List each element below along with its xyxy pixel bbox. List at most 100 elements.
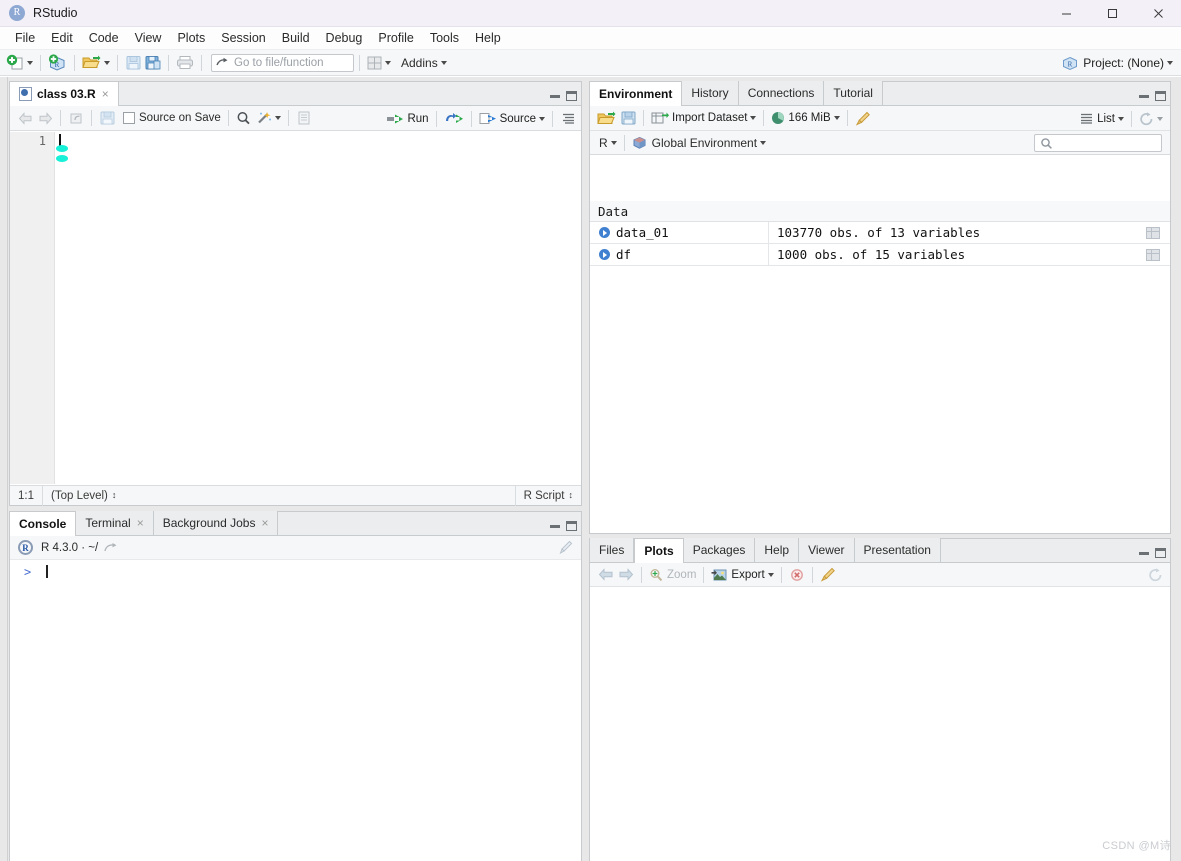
new-file-button[interactable]	[4, 52, 35, 74]
source-on-save-checkbox[interactable]: Source on Save	[121, 107, 223, 129]
addins-button[interactable]: Addins	[393, 52, 449, 74]
tab-background-jobs[interactable]: Background Jobs ×	[153, 511, 279, 535]
refresh-caret-icon[interactable]	[1157, 116, 1163, 121]
document-outline-button[interactable]	[558, 108, 578, 130]
tab-files[interactable]: Files	[590, 538, 635, 562]
table-row[interactable]: data_01 103770 obs. of 13 variables	[590, 221, 1170, 244]
menu-tools[interactable]: Tools	[422, 27, 467, 49]
goto-file-function-input[interactable]: Go to file/function	[211, 53, 354, 72]
new-file-caret-icon[interactable]	[27, 60, 33, 65]
expand-object-icon[interactable]	[599, 227, 610, 238]
compile-report-button[interactable]	[294, 107, 314, 129]
source-find-button[interactable]	[234, 107, 254, 129]
filetype-updown-icon[interactable]: ↕	[569, 491, 574, 500]
console-output-area[interactable]: >	[10, 561, 581, 861]
panes-caret-icon[interactable]	[385, 60, 391, 65]
zoom-plot-button[interactable]: Zoom	[647, 564, 698, 586]
menu-edit[interactable]: Edit	[43, 27, 81, 49]
tab-console[interactable]: Console	[10, 511, 77, 536]
environment-minimize-icon[interactable]	[1139, 94, 1149, 98]
menu-build[interactable]: Build	[274, 27, 318, 49]
menu-code[interactable]: Code	[81, 27, 127, 49]
open-file-caret-icon[interactable]	[104, 60, 110, 65]
tab-plots[interactable]: Plots	[634, 538, 684, 563]
tab-history[interactable]: History	[682, 81, 739, 105]
plots-minimize-icon[interactable]	[1139, 551, 1149, 555]
save-all-button[interactable]	[143, 52, 163, 74]
source-maximize-icon[interactable]	[566, 91, 577, 101]
tab-terminal-close-icon[interactable]: ×	[137, 516, 144, 530]
view-mode-button[interactable]: List	[1077, 108, 1126, 130]
tab-viewer[interactable]: Viewer	[799, 538, 855, 562]
clear-console-button[interactable]	[558, 540, 573, 555]
import-dataset-button[interactable]: Import Dataset	[649, 107, 758, 129]
tab-terminal[interactable]: Terminal ×	[76, 511, 154, 535]
filetype-selector[interactable]: R Script ↕	[516, 486, 581, 506]
environment-scope-selector[interactable]: Global Environment	[630, 132, 768, 154]
minimize-button[interactable]	[1043, 0, 1089, 27]
menu-session[interactable]: Session	[213, 27, 273, 49]
console-popout-icon[interactable]	[104, 542, 118, 554]
scope-selector[interactable]: (Top Level) ↕	[43, 486, 124, 506]
environment-search-input[interactable]	[1034, 134, 1162, 152]
expand-object-icon[interactable]	[599, 249, 610, 260]
source-minimize-icon[interactable]	[550, 94, 560, 98]
clear-plots-button[interactable]	[818, 564, 838, 586]
table-row[interactable]: df 1000 obs. of 15 variables	[590, 243, 1170, 266]
project-selector[interactable]: R Project: (None)	[1062, 50, 1173, 76]
menu-debug[interactable]: Debug	[318, 27, 371, 49]
view-table-icon[interactable]	[1146, 248, 1160, 261]
environment-maximize-icon[interactable]	[1155, 91, 1166, 101]
language-caret-icon[interactable]	[610, 140, 617, 145]
source-on-save-box-icon[interactable]	[123, 112, 135, 124]
plots-maximize-icon[interactable]	[1155, 548, 1166, 558]
print-button[interactable]	[174, 52, 196, 74]
tab-packages[interactable]: Packages	[683, 538, 756, 562]
previous-plot-button[interactable]	[596, 564, 616, 586]
view-table-icon[interactable]	[1146, 226, 1160, 239]
project-caret-icon[interactable]	[1167, 61, 1173, 65]
remove-plot-button[interactable]	[787, 564, 807, 586]
tab-presentation[interactable]: Presentation	[854, 538, 941, 562]
refresh-plots-button[interactable]	[1148, 568, 1163, 582]
refresh-environment-button[interactable]	[1137, 108, 1165, 130]
console-maximize-icon[interactable]	[566, 521, 577, 531]
editor-code-area[interactable]	[55, 132, 581, 484]
source-tab-class03[interactable]: class 03.R ×	[10, 81, 119, 106]
rerun-button[interactable]	[442, 108, 466, 130]
save-workspace-button[interactable]	[618, 107, 638, 129]
run-button[interactable]: Run	[384, 108, 430, 130]
tab-environment[interactable]: Environment	[590, 81, 683, 106]
export-plot-button[interactable]: Export	[709, 564, 775, 586]
save-button[interactable]	[123, 52, 143, 74]
language-selector[interactable]: R	[597, 132, 619, 154]
memory-caret-icon[interactable]	[833, 116, 840, 120]
clear-objects-button[interactable]	[853, 107, 873, 129]
source-popout-button[interactable]	[66, 107, 86, 129]
menu-view[interactable]: View	[127, 27, 170, 49]
export-plot-caret-icon[interactable]	[767, 572, 774, 577]
source-editor-body[interactable]: 1	[10, 132, 581, 484]
load-workspace-button[interactable]	[595, 107, 618, 129]
close-button[interactable]	[1135, 0, 1181, 27]
next-plot-button[interactable]	[616, 564, 636, 586]
maximize-button[interactable]	[1089, 0, 1135, 27]
import-dataset-caret-icon[interactable]	[750, 116, 757, 120]
source-run-button[interactable]: Source	[477, 108, 547, 130]
source-forward-button[interactable]	[35, 107, 55, 129]
menu-plots[interactable]: Plots	[169, 27, 213, 49]
memory-usage-button[interactable]: 166 MiB	[769, 107, 841, 129]
scope-updown-icon[interactable]: ↕	[112, 491, 117, 500]
tab-tutorial[interactable]: Tutorial	[824, 81, 883, 105]
open-file-button[interactable]	[80, 52, 112, 74]
view-mode-caret-icon[interactable]	[1118, 116, 1124, 121]
tab-help[interactable]: Help	[755, 538, 800, 562]
new-project-button[interactable]: R	[46, 52, 69, 74]
source-run-caret-icon[interactable]	[539, 116, 545, 121]
menu-profile[interactable]: Profile	[370, 27, 421, 49]
code-tools-caret-icon[interactable]	[274, 116, 281, 120]
source-tab-close-icon[interactable]: ×	[102, 87, 109, 101]
addins-caret-icon[interactable]	[440, 60, 447, 65]
menu-help[interactable]: Help	[467, 27, 509, 49]
workspace-panes-button[interactable]	[365, 52, 393, 74]
